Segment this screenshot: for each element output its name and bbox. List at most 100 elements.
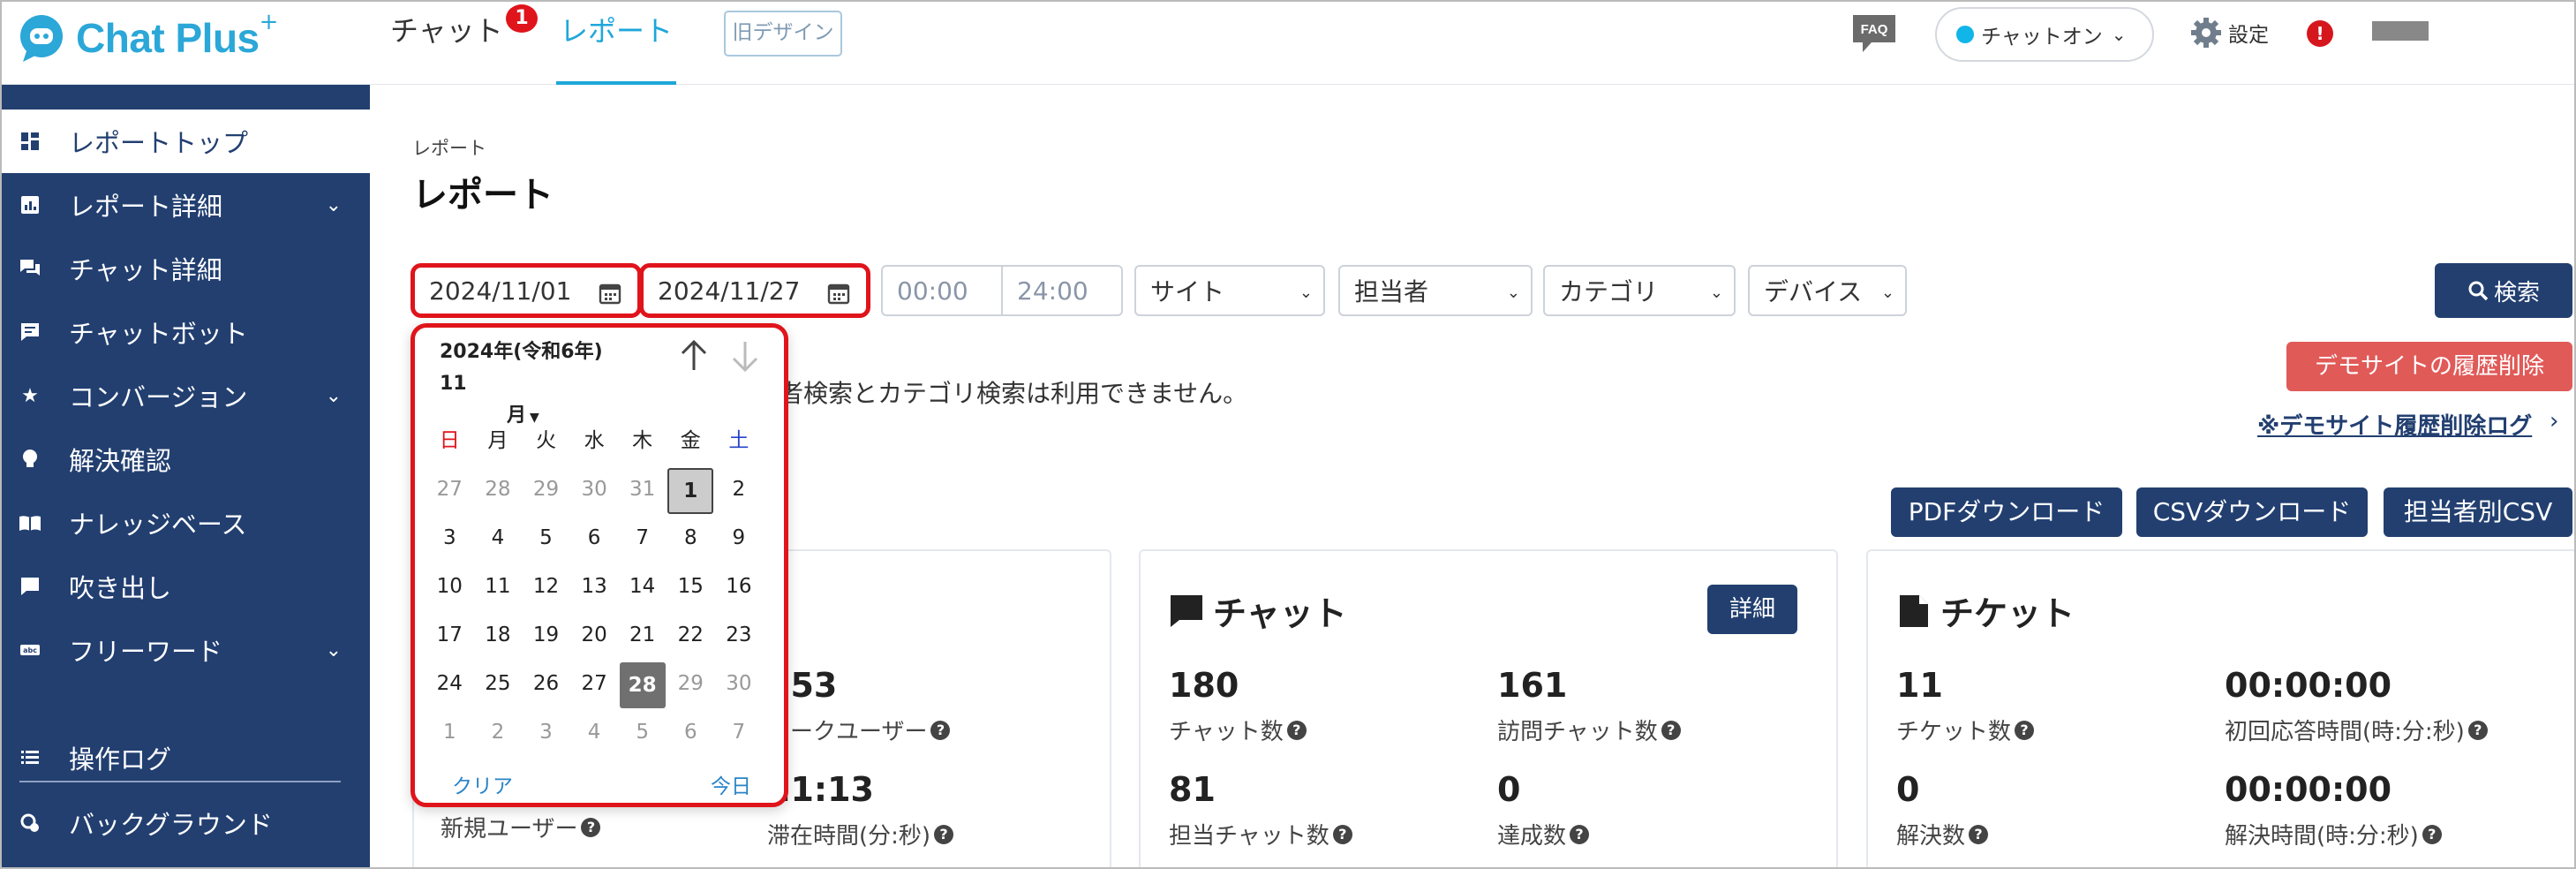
device-select-value: デバイス: [1764, 277, 1863, 306]
calendar-day[interactable]: 2: [715, 468, 764, 510]
tab-report[interactable]: レポート: [556, 2, 677, 85]
calendar-day[interactable]: 10: [426, 565, 474, 608]
calendar-day[interactable]: 26: [522, 662, 570, 705]
calendar-day[interactable]: 20: [570, 614, 619, 656]
help-icon[interactable]: ?: [1570, 824, 1590, 844]
demo-history-delete-button[interactable]: デモサイトの履歴削除: [2286, 342, 2572, 391]
chevron-down-icon: ⌄: [325, 385, 342, 407]
help-icon[interactable]: ?: [2467, 720, 2488, 740]
calendar-day[interactable]: 9: [715, 517, 764, 559]
device-select[interactable]: デバイス ⌄: [1748, 265, 1907, 316]
site-select[interactable]: サイト ⌄: [1134, 265, 1325, 316]
calendar-day[interactable]: 8: [667, 517, 715, 559]
arrow-down-icon[interactable]: [729, 338, 761, 374]
calendar-day[interactable]: 7: [618, 517, 667, 559]
calendar-day[interactable]: 15: [667, 565, 715, 608]
help-icon[interactable]: ?: [1661, 720, 1681, 740]
calendar-day[interactable]: 18: [474, 614, 523, 656]
calendar-day-disabled: 2: [491, 720, 505, 744]
sidebar-item-report-top[interactable]: レポートトップ: [2, 110, 370, 173]
start-time-input[interactable]: 00:00: [881, 265, 1003, 316]
end-time-input[interactable]: 24:00: [1001, 265, 1123, 316]
weekday-label: 木: [632, 428, 653, 452]
calendar-day[interactable]: 27: [570, 662, 619, 705]
old-design-button[interactable]: 旧デザイン: [724, 11, 842, 57]
pdf-download-button[interactable]: PDFダウンロード: [1891, 487, 2122, 537]
category-select[interactable]: カテゴリ ⌄: [1543, 265, 1736, 316]
sidebar-item-report-detail[interactable]: レポート詳細 ⌄: [2, 173, 370, 237]
calendar-day[interactable]: 27: [426, 468, 474, 510]
calendar-day[interactable]: 21: [618, 614, 667, 656]
calendar-day[interactable]: 6: [570, 517, 619, 559]
help-icon[interactable]: ?: [2015, 720, 2035, 740]
settings-button[interactable]: 設定: [2189, 16, 2269, 49]
demo-delete-log-link[interactable]: ※デモサイト履歴削除ログ: [2257, 408, 2532, 441]
calendar-day[interactable]: 11: [474, 565, 523, 608]
calendar-day[interactable]: 13: [570, 565, 619, 608]
chat-detail-button[interactable]: 詳細: [1707, 585, 1797, 634]
calendar-day[interactable]: 24: [426, 662, 474, 705]
help-icon[interactable]: ?: [930, 720, 951, 740]
calendar-day[interactable]: 29: [522, 468, 570, 510]
help-icon[interactable]: ?: [581, 817, 601, 837]
agent-select[interactable]: 担当者 ⌄: [1338, 265, 1533, 316]
weekday-label: 水: [584, 428, 605, 452]
sidebar-item-background[interactable]: バックグラウンド: [2, 791, 370, 855]
tab-chat[interactable]: チャット: [390, 2, 503, 85]
calendar-day[interactable]: 14: [618, 565, 667, 608]
calendar-day[interactable]: 19: [522, 614, 570, 656]
chat-status-label: チャットオン: [1981, 26, 2103, 49]
alert-icon[interactable]: !: [2307, 20, 2333, 47]
search-button[interactable]: 検索: [2435, 263, 2572, 318]
calendar-day[interactable]: 28: [474, 468, 523, 510]
help-icon[interactable]: ?: [1969, 824, 1989, 844]
chat-status-dropdown[interactable]: チャットオン ⌄: [1935, 7, 2154, 62]
calendar-day-today[interactable]: 28: [618, 661, 667, 708]
sidebar-item-resolution-check[interactable]: 解決確認: [2, 427, 370, 491]
breadcrumb[interactable]: レポート: [412, 134, 486, 161]
sidebar-item-label: 解決確認: [69, 446, 172, 476]
help-icon[interactable]: ?: [2422, 824, 2442, 844]
help-icon[interactable]: ?: [1286, 720, 1307, 740]
calendar-clear-button[interactable]: クリア: [452, 769, 513, 799]
user-account-avatar[interactable]: [2372, 21, 2429, 41]
sidebar-item-freeword[interactable]: abc フリーワード ⌄: [2, 618, 370, 682]
bulb-icon: [19, 449, 41, 470]
chevron-down-icon: ⌄: [325, 639, 342, 661]
agent-select-value: 担当者: [1354, 277, 1429, 306]
end-date-input[interactable]: 2024/11/27: [639, 263, 870, 318]
agent-csv-button[interactable]: 担当者別CSV: [2384, 487, 2572, 537]
csv-download-button[interactable]: CSVダウンロード: [2136, 487, 2368, 537]
calendar-day[interactable]: 12: [522, 565, 570, 608]
sidebar-item-chat-detail[interactable]: チャット詳細: [2, 237, 370, 300]
chatplus-logo[interactable]: Chat Plus +: [18, 9, 278, 64]
calendar-today-button[interactable]: 今日: [711, 769, 751, 799]
sidebar-item-label: フリーワード: [69, 637, 223, 667]
sidebar-item-speech-bubble[interactable]: 吹き出し: [2, 555, 370, 618]
calendar-day[interactable]: 17: [426, 614, 474, 656]
faq-icon[interactable]: FAQ: [1850, 12, 1898, 55]
calendar-day[interactable]: 22: [667, 614, 715, 656]
calendar-day[interactable]: 30: [570, 468, 619, 510]
help-icon[interactable]: ?: [1332, 824, 1352, 844]
stat-label: チャット数: [1169, 719, 1284, 745]
calendar-day[interactable]: 25: [474, 662, 523, 705]
calendar-day[interactable]: 16: [715, 565, 764, 608]
speech-bubble-icon: [19, 576, 41, 597]
calendar-day[interactable]: 5: [522, 517, 570, 559]
svg-text:FAQ: FAQ: [1861, 22, 1888, 37]
calendar-day[interactable]: 31: [618, 468, 667, 510]
sidebar-item-operation-log[interactable]: 操作ログ: [2, 726, 370, 790]
arrow-up-icon[interactable]: [678, 338, 710, 374]
calendar-day-selected[interactable]: 1: [667, 467, 715, 514]
start-date-input[interactable]: 2024/11/01: [411, 263, 642, 318]
calendar-day[interactable]: 4: [474, 517, 523, 559]
calendar-day[interactable]: 23: [715, 614, 764, 656]
sidebar-item-chatbot[interactable]: チャットボット: [2, 300, 370, 364]
help-icon[interactable]: ?: [934, 824, 954, 844]
sidebar-item-conversion[interactable]: ★ コンバージョン ⌄: [2, 364, 370, 427]
sidebar-item-knowledge-base[interactable]: ナレッジベース: [2, 491, 370, 555]
calendar-day[interactable]: 3: [426, 517, 474, 559]
report-icon: [19, 194, 41, 215]
ticket-count-stat: 11 チケット数?: [1896, 666, 2035, 746]
